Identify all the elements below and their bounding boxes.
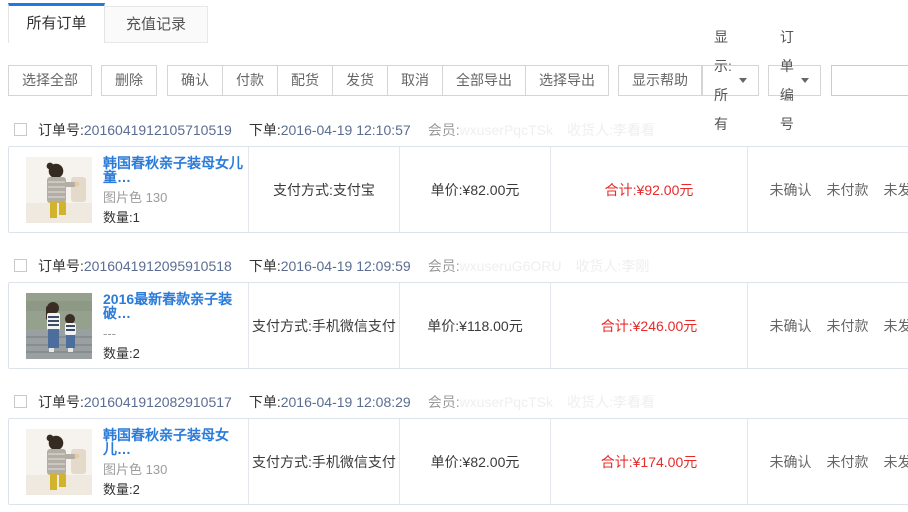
member-label: 会员: [428,392,460,412]
status-unpaid: 未付款 [827,316,869,336]
product-title-link[interactable]: 2016最新春款亲子装破… [103,292,248,320]
status-unconfirmed: 未确认 [770,180,812,200]
product-thumbnail [26,429,92,495]
payment-method-cell: 支付方式:手机微信支付 [248,419,399,504]
action-button-group: 确认 付款 配货 发货 取消 全部导出 选择导出 [167,65,609,96]
status-cell: 未确认 未付款 未发货 [747,283,908,368]
select-all-button[interactable]: 选择全部 [8,65,92,96]
status-unshipped: 未发货 [884,180,908,200]
status-unshipped: 未发货 [884,452,908,472]
placed-value: 2016-04-19 12:08:29 [281,394,411,410]
product-quantity: 数量:2 [103,483,248,496]
status-cell: 未确认 未付款 未发货 [747,147,908,232]
display-filter-label: 显示:所有 [714,23,732,139]
product-title-link[interactable]: 韩国春秋亲子装母女儿童… [103,156,248,184]
search-type-dropdown[interactable]: 订单编号 [768,65,821,96]
product-thumbnail [26,293,92,359]
search-input[interactable] [831,65,908,96]
tab-all-orders[interactable]: 所有订单 [8,3,105,43]
total-price-cell: 合计:¥246.00元 [550,283,747,368]
cancel-button[interactable]: 取消 [387,65,443,96]
total-price-cell: 合计:¥92.00元 [550,147,747,232]
order-no-label: 订单号: [38,256,84,276]
product-info: 韩国春秋亲子装母女儿童… 图片色 130 数量:1 [103,156,248,224]
order-checkbox[interactable] [14,259,27,272]
receiver-value: 收货人:李看看 [567,120,655,140]
chevron-down-icon [801,78,809,83]
status-unshipped: 未发货 [884,316,908,336]
unit-price-cell: 单价:¥82.00元 [399,147,550,232]
unit-price-cell: 单价:¥118.00元 [399,283,550,368]
member-label: 会员: [428,120,460,140]
product-cell: 韩国春秋亲子装母女儿童… 图片色 130 数量:1 [9,147,248,232]
tab-recharge-records[interactable]: 充值记录 [105,6,208,43]
product-spec: 图片色 130 [103,191,248,204]
export-all-button[interactable]: 全部导出 [442,65,526,96]
order-header: 订单号:2016041912095910518 下单:2016-04-19 12… [0,249,908,282]
pay-button[interactable]: 付款 [222,65,278,96]
member-label: 会员: [428,256,460,276]
product-spec: 图片色 130 [103,463,248,476]
product-cell: 韩国春秋亲子装母女儿… 图片色 130 数量:2 [9,419,248,504]
product-info: 2016最新春款亲子装破… --- 数量:2 [103,292,248,360]
payment-method-cell: 支付方式:手机微信支付 [248,283,399,368]
status-unpaid: 未付款 [827,180,869,200]
order-checkbox[interactable] [14,123,27,136]
order-checkbox[interactable] [14,395,27,408]
tab-bar: 所有订单 充值记录 [0,0,908,43]
product-quantity: 数量:2 [103,347,248,360]
receiver-value: 收货人:李刚 [576,256,650,276]
status-unconfirmed: 未确认 [770,316,812,336]
toolbar: 选择全部 删除 确认 付款 配货 发货 取消 全部导出 选择导出 显示帮助 显示… [0,65,908,96]
product-info: 韩国春秋亲子装母女儿… 图片色 130 数量:2 [103,428,248,496]
show-help-button[interactable]: 显示帮助 [618,65,702,96]
status-unpaid: 未付款 [827,452,869,472]
order-no-value: 2016041912095910518 [84,258,232,274]
placed-value: 2016-04-19 12:09:59 [281,258,411,274]
member-value: wxuserPqcTSk [460,122,553,138]
order-row: 韩国春秋亲子装母女儿童… 图片色 130 数量:1 支付方式:支付宝 单价:¥8… [8,146,908,233]
product-spec: --- [103,327,248,340]
delete-button[interactable]: 删除 [101,65,157,96]
ship-button[interactable]: 发货 [332,65,388,96]
order-no-label: 订单号: [38,392,84,412]
search-type-label: 订单编号 [780,23,794,139]
order-no-value: 2016041912082910517 [84,394,232,410]
member-value: wxuserPqcTSk [460,394,553,410]
order-row: 2016最新春款亲子装破… --- 数量:2 支付方式:手机微信支付 单价:¥1… [8,282,908,369]
order-header: 订单号:2016041912105710519 下单:2016-04-19 12… [0,113,908,146]
payment-method-cell: 支付方式:支付宝 [248,147,399,232]
placed-label: 下单: [249,392,281,412]
product-cell: 2016最新春款亲子装破… --- 数量:2 [9,283,248,368]
placed-label: 下单: [249,120,281,140]
status-unconfirmed: 未确认 [770,452,812,472]
unit-price-cell: 单价:¥82.00元 [399,419,550,504]
product-quantity: 数量:1 [103,211,248,224]
order-no-label: 订单号: [38,120,84,140]
total-price-cell: 合计:¥174.00元 [550,419,747,504]
placed-label: 下单: [249,256,281,276]
receiver-value: 收货人:李看看 [567,392,655,412]
chevron-down-icon [739,78,747,83]
allocate-button[interactable]: 配货 [277,65,333,96]
display-filter-dropdown[interactable]: 显示:所有 [702,65,759,96]
order-row: 韩国春秋亲子装母女儿… 图片色 130 数量:2 支付方式:手机微信支付 单价:… [8,418,908,505]
product-title-link[interactable]: 韩国春秋亲子装母女儿… [103,428,248,456]
placed-value: 2016-04-19 12:10:57 [281,122,411,138]
order-header: 订单号:2016041912082910517 下单:2016-04-19 12… [0,385,908,418]
export-selected-button[interactable]: 选择导出 [525,65,609,96]
product-thumbnail [26,157,92,223]
status-cell: 未确认 未付款 未发货 [747,419,908,504]
confirm-button[interactable]: 确认 [167,65,223,96]
member-value: wxuseruG6ORU [460,258,562,274]
order-no-value: 2016041912105710519 [84,122,232,138]
